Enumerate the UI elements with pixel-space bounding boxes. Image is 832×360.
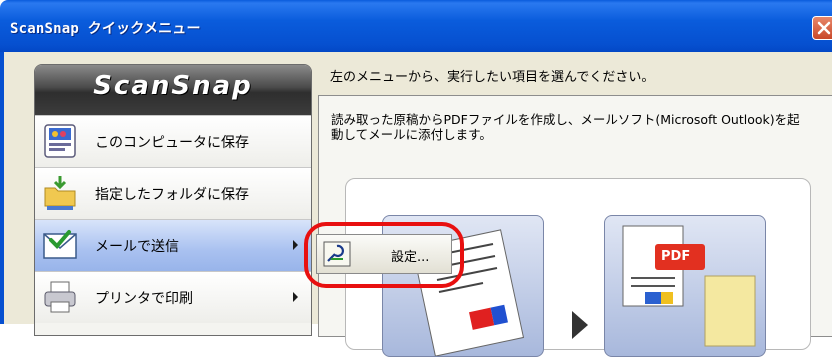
menu-item-label: 指定したフォルダに保存 — [95, 187, 249, 203]
quick-menu-sidebar: ScanSnap このコンピュータに保存 指定したフォルダに保存 メールで送信 — [34, 64, 312, 336]
scansnap-logo: ScanSnap — [35, 65, 311, 115]
flow-arrow-icon — [572, 311, 588, 339]
pdf-badge: PDF — [661, 249, 691, 264]
settings-icon — [323, 241, 351, 267]
title-bar[interactable]: ScanSnap クイックメニュー — [0, 0, 832, 52]
pdf-illustration: PDF — [604, 215, 766, 357]
menu-item-save-to-computer[interactable]: このコンピュータに保存 — [35, 115, 311, 167]
settings-label: 設定... — [391, 250, 430, 265]
menu-item-save-to-folder[interactable]: 指定したフォルダに保存 — [35, 167, 311, 219]
window-title: ScanSnap クイックメニュー — [10, 21, 201, 37]
folder-save-icon — [44, 176, 76, 210]
submenu-arrow-icon — [293, 240, 298, 250]
submenu-arrow-icon — [293, 292, 298, 302]
menu-item-send-email[interactable]: メールで送信 — [35, 219, 311, 271]
pdf-file-icon — [622, 225, 756, 347]
menu-item-label: プリンタで印刷 — [95, 291, 193, 307]
close-x-icon — [817, 21, 831, 35]
menu-item-label: メールで送信 — [95, 239, 179, 255]
mail-send-icon — [43, 230, 77, 259]
menu-item-print[interactable]: プリンタで印刷 — [35, 271, 311, 323]
instruction-text: 左のメニューから、実行したい項目を選んでください。 — [330, 70, 655, 85]
scansnap-organizer-icon — [44, 124, 76, 158]
description-text: 読み取った原稿からPDFファイルを作成し、メールソフト(Microsoft Ou… — [331, 112, 800, 142]
close-button[interactable] — [812, 16, 832, 40]
printer-icon — [44, 281, 76, 313]
settings-button[interactable]: 設定... — [316, 234, 452, 274]
description-panel: 読み取った原稿からPDFファイルを作成し、メールソフト(Microsoft Ou… — [318, 95, 832, 357]
menu-item-label: このコンピュータに保存 — [95, 135, 249, 151]
logo-text: ScanSnap — [93, 71, 253, 101]
